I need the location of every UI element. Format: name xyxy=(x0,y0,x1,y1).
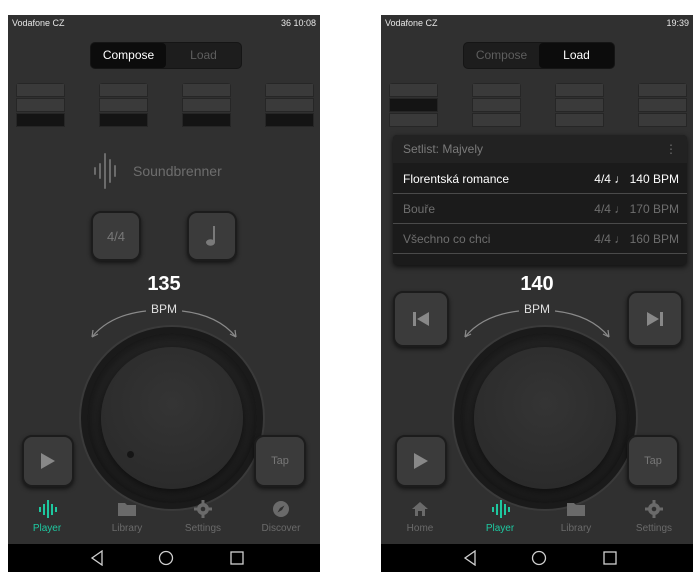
beat-indicator-2[interactable] xyxy=(472,83,521,129)
song-tempo: 4/4 ♩ 160 BPM xyxy=(594,232,679,246)
back-icon[interactable] xyxy=(463,550,477,566)
soundbrenner-logo: Soundbrenner xyxy=(86,153,246,189)
note-value-button[interactable] xyxy=(187,211,237,261)
home-icon xyxy=(412,502,428,516)
dial-indicator-dot xyxy=(127,451,134,458)
tap-label: Tap xyxy=(644,455,662,467)
nav-settings-label: Settings xyxy=(635,523,673,534)
tempo-dial[interactable] xyxy=(454,327,636,509)
setlist-row[interactable]: Všechno co chci 4/4 ♩ 160 BPM xyxy=(393,224,687,254)
back-icon[interactable] xyxy=(90,550,104,566)
nav-library-label: Library xyxy=(560,523,592,534)
song-tempo: 4/4 ♩ 170 BPM xyxy=(594,202,679,216)
tap-label: Tap xyxy=(271,455,289,467)
nav-player[interactable]: Player xyxy=(465,499,535,534)
tap-button[interactable]: Tap xyxy=(627,435,679,487)
phone-screen-compose: Vodafone CZ 36 10:08 Compose Load Soundb… xyxy=(8,15,320,572)
home-circle-icon[interactable] xyxy=(531,550,547,566)
nav-home[interactable]: Home xyxy=(385,499,455,534)
nav-player[interactable]: Player xyxy=(12,499,82,534)
tab-load[interactable]: Load xyxy=(166,43,241,68)
time-signature-button[interactable]: 4/4 xyxy=(91,211,141,261)
play-button[interactable] xyxy=(22,435,74,487)
mode-segmented-control: Compose Load xyxy=(463,42,615,69)
tempo-dial[interactable] xyxy=(81,327,263,509)
nav-settings[interactable]: Settings xyxy=(168,499,238,534)
nav-library[interactable]: Library xyxy=(92,499,162,534)
time-signature-label: 4/4 xyxy=(106,228,126,244)
play-icon xyxy=(41,453,55,469)
gear-icon xyxy=(645,500,663,518)
system-navigation-bar xyxy=(8,544,320,572)
song-name: Všechno co chci xyxy=(403,232,491,246)
nav-settings-label: Settings xyxy=(184,523,222,534)
setlist-row-partial[interactable] xyxy=(393,254,687,265)
previous-song-button[interactable] xyxy=(393,291,449,347)
setlist-row[interactable]: Bouře 4/4 ♩ 170 BPM xyxy=(393,194,687,224)
nav-home-label: Home xyxy=(406,523,434,534)
logo-text: Soundbrenner xyxy=(133,163,222,179)
home-circle-icon[interactable] xyxy=(158,550,174,566)
beat-indicator-4[interactable] xyxy=(265,83,314,129)
nav-player-label: Player xyxy=(32,523,62,534)
play-icon xyxy=(414,453,428,469)
bpm-value: 135 xyxy=(147,273,181,295)
folder-icon xyxy=(567,503,585,516)
nav-settings[interactable]: Settings xyxy=(619,499,689,534)
beat-indicator-3[interactable] xyxy=(182,83,231,129)
beat-indicator-1[interactable] xyxy=(389,83,438,129)
tap-button[interactable]: Tap xyxy=(254,435,306,487)
nav-library[interactable]: Library xyxy=(541,499,611,534)
setlist-title: Setlist: Majvely xyxy=(393,135,687,163)
tab-compose[interactable]: Compose xyxy=(464,43,539,68)
skip-previous-icon xyxy=(413,312,429,326)
play-button[interactable] xyxy=(395,435,447,487)
bottom-navigation: Player Library Settings Discover xyxy=(8,489,320,544)
setlist-menu-icon[interactable]: ⋮ xyxy=(665,135,677,163)
song-tempo: 4/4 ♩ 140 BPM xyxy=(594,172,679,186)
waveform-icon xyxy=(39,500,57,518)
recents-icon[interactable] xyxy=(603,550,617,566)
carrier-label: Vodafone CZ xyxy=(12,18,65,28)
nav-discover[interactable]: Discover xyxy=(246,499,316,534)
phone-screen-load: Vodafone CZ 19:39 Compose Load Setlist: … xyxy=(381,15,693,572)
status-right: 36 10:08 xyxy=(280,18,316,28)
setlist-row[interactable]: Florentská romance 4/4 ♩ 140 BPM xyxy=(393,164,687,194)
tab-load[interactable]: Load xyxy=(539,43,614,68)
waveform-icon xyxy=(492,500,510,518)
status-right: 19:39 xyxy=(666,18,689,28)
waveform-logo-icon xyxy=(94,153,124,189)
system-navigation-bar xyxy=(381,544,693,572)
recents-icon[interactable] xyxy=(230,550,244,566)
folder-icon xyxy=(118,503,136,516)
gear-icon xyxy=(194,500,212,518)
beat-indicator-2[interactable] xyxy=(99,83,148,129)
bottom-navigation: Home Player Library Settings xyxy=(381,489,693,544)
status-bar: Vodafone CZ 19:39 xyxy=(381,15,693,31)
tab-compose[interactable]: Compose xyxy=(91,43,166,68)
next-song-button[interactable] xyxy=(627,291,683,347)
beat-indicator-1[interactable] xyxy=(16,83,65,129)
carrier-label: Vodafone CZ xyxy=(385,18,438,28)
status-bar: Vodafone CZ 36 10:08 xyxy=(8,15,320,31)
song-name: Florentská romance xyxy=(403,172,510,186)
skip-next-icon xyxy=(647,312,663,326)
nav-player-label: Player xyxy=(485,523,515,534)
nav-library-label: Library xyxy=(111,523,143,534)
setlist-panel: Setlist: Majvely ⋮ Florentská romance 4/… xyxy=(393,135,687,265)
nav-discover-label: Discover xyxy=(261,523,301,534)
song-name: Bouře xyxy=(403,202,436,216)
beat-indicator-4[interactable] xyxy=(638,83,687,129)
compass-icon xyxy=(273,501,289,517)
beat-indicator-3[interactable] xyxy=(555,83,604,129)
mode-segmented-control: Compose Load xyxy=(90,42,242,69)
quarter-note-icon xyxy=(206,226,215,246)
